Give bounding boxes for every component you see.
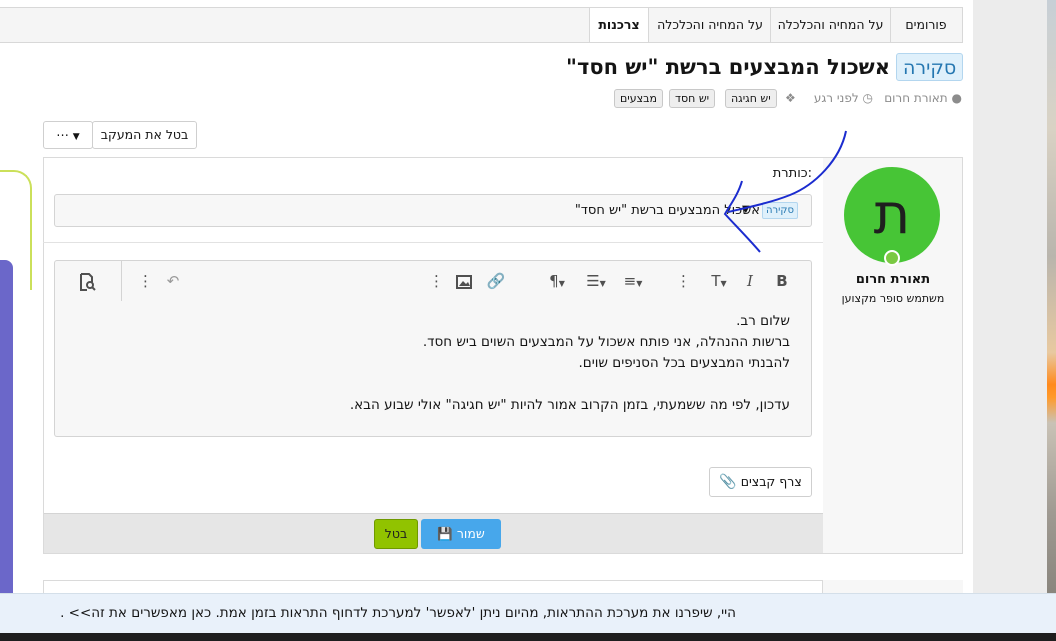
online-status-icon	[884, 250, 900, 266]
content-line: שלום רב.	[736, 313, 790, 329]
avatar[interactable]: ת	[844, 167, 940, 263]
divider	[43, 242, 823, 243]
user-title: משתמש סופר מקצוען	[841, 292, 945, 305]
image-icon[interactable]	[454, 268, 474, 294]
text-size-glyph: T	[711, 272, 721, 290]
clock-icon: ◷	[862, 91, 873, 105]
unwatch-button[interactable]: בטל את המעקב	[92, 121, 197, 149]
tag-icon: ❖	[785, 91, 796, 105]
more-vertical-icon[interactable]: ⋮	[676, 268, 691, 294]
side-widget-tab[interactable]	[0, 260, 13, 605]
list-icon[interactable]: ≡▼	[617, 268, 649, 294]
tag-yesh-chagiga[interactable]: יש חגיגה	[725, 89, 777, 108]
thread-time-meta: ◷ לפני רגע	[803, 88, 873, 108]
toolbar-separator	[121, 261, 122, 301]
breadcrumb-separator	[770, 8, 771, 42]
more-vertical-icon[interactable]: ⋮	[429, 268, 444, 294]
user-name[interactable]: תאורת חרום	[823, 272, 963, 287]
text-size-icon[interactable]: T▼	[702, 268, 736, 294]
breadcrumb-living-economy-2[interactable]: על המחיה והכלכלה	[650, 8, 770, 42]
notification-text[interactable]: היי, שיפרנו את מערכת ההתראות, מהיום ניתן…	[60, 604, 736, 622]
paragraph-icon[interactable]: ¶▼	[541, 268, 573, 294]
bold-icon[interactable]: B	[772, 268, 792, 294]
thread-prefix-label[interactable]: סקירה	[896, 53, 964, 81]
tag-yesh-chesed[interactable]: יש חסד	[669, 89, 716, 108]
prefix-selector[interactable]: סקירה	[762, 202, 798, 219]
bottom-bar	[0, 633, 1056, 641]
background-image-edge	[1047, 0, 1056, 641]
user-icon: ●	[951, 91, 962, 105]
tag-deals[interactable]: מבצעים	[614, 89, 664, 108]
chevron-down-icon: ▼	[720, 279, 727, 288]
breadcrumb-forums[interactable]: פורומים	[891, 8, 961, 42]
save-icon: 💾	[437, 526, 453, 541]
more-options-button[interactable]: ⋯ ▼	[43, 121, 93, 149]
cancel-button[interactable]: בטל	[374, 519, 418, 549]
thread-author-meta: ● תאורת חרום	[866, 88, 962, 108]
page-margin	[973, 0, 1056, 641]
content-line: עדכון, לפי מה ששמעתי, בזמן הקרוב אמור לה…	[349, 397, 790, 413]
chevron-down-icon: ▼	[558, 279, 565, 288]
title-input-value[interactable]: אשכול המבצעים ברשת "יש חסד"	[430, 200, 760, 222]
chevron-down-icon: ▼	[72, 132, 80, 142]
breadcrumb-consumerism[interactable]: צרכנות	[589, 8, 649, 42]
italic-icon[interactable]: I	[741, 268, 759, 294]
save-button[interactable]: 💾 שמור	[421, 519, 501, 549]
attach-files-label: צרף קבצים	[740, 474, 802, 489]
content-line: ברשות ההנהלה, אני פותח אשכול על המבצעים …	[422, 334, 790, 350]
paperclip-icon: 📎	[719, 474, 737, 490]
chevron-down-icon: ▼	[636, 279, 643, 288]
attach-files-button[interactable]: 📎 צרף קבצים	[709, 467, 812, 497]
align-icon[interactable]: ☰▼	[580, 268, 612, 294]
more-icon: ⋯	[56, 127, 69, 142]
breadcrumb-living-economy-1[interactable]: על המחיה והכלכלה	[771, 8, 890, 42]
breadcrumb-separator	[890, 8, 891, 42]
chevron-down-icon: ▼	[599, 279, 606, 288]
thread-time: לפני רגע	[813, 91, 859, 105]
thread-author[interactable]: תאורת חרום	[884, 91, 948, 105]
link-icon[interactable]: 🔗	[486, 268, 506, 294]
preview-icon[interactable]	[75, 268, 99, 294]
content-line	[90, 374, 790, 395]
content-line: להבנתי המבצעים בכל הסניפים שוים.	[578, 355, 790, 371]
undo-icon[interactable]: ↶	[162, 268, 184, 294]
page-title: אשכול המבצעים ברשת "יש חסד"	[566, 55, 890, 79]
save-label: שמור	[456, 526, 485, 541]
title-field-label: כותרת:	[772, 166, 812, 181]
more-vertical-icon[interactable]: ⋮	[138, 268, 153, 294]
